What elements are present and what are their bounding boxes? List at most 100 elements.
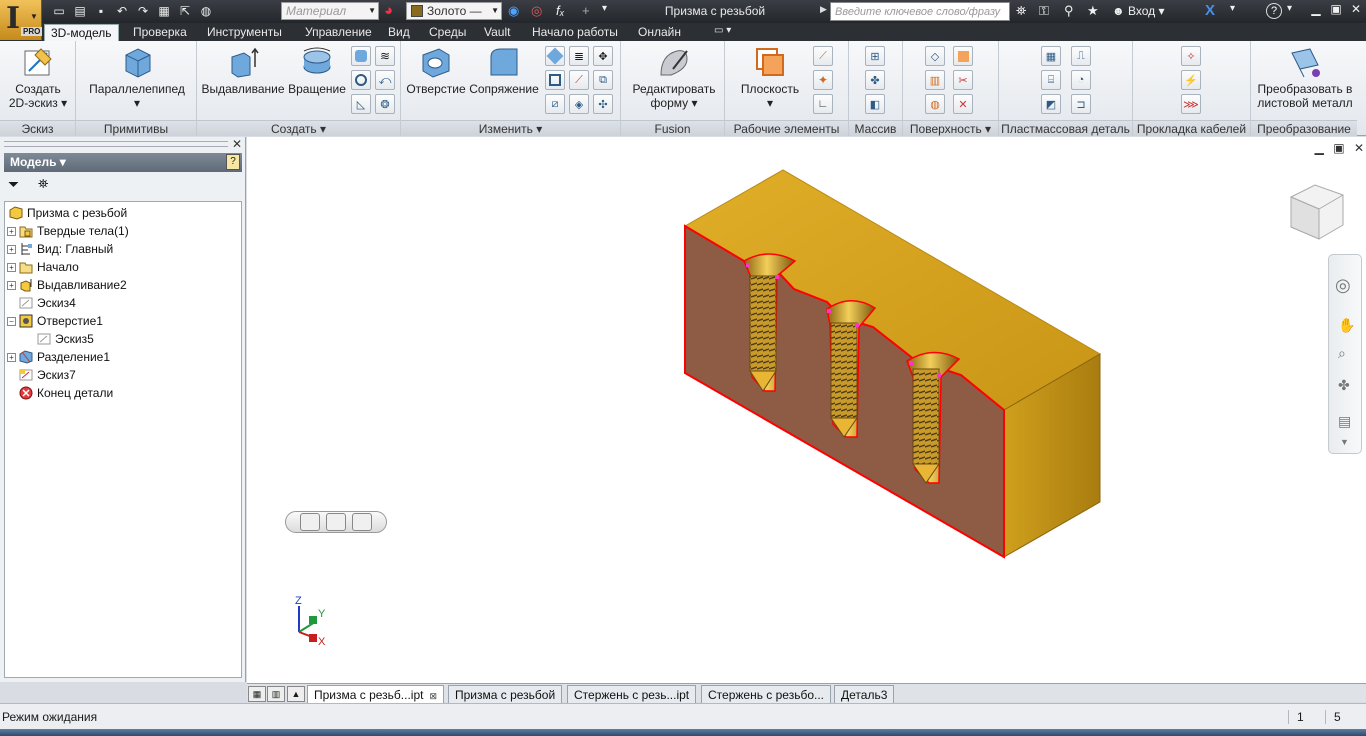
tree-node-sketch4[interactable]: Эскиз4 [19, 294, 76, 312]
create-2d-sketch-button[interactable]: Создать 2D-эскиз ▾ [6, 45, 70, 110]
new-file-icon[interactable]: ▭ [50, 2, 68, 20]
convert-to-sheet-metal-button[interactable]: Преобразовать в листовой металл [1253, 45, 1357, 110]
sculpt-button[interactable]: ◍ [925, 94, 945, 114]
search-expand-icon[interactable]: ▶ [820, 4, 827, 15]
tree-node-sketch7[interactable]: Эскиз7 [19, 366, 76, 384]
close-window-button[interactable]: ✕ [1346, 2, 1366, 20]
shell-button[interactable] [545, 70, 565, 90]
favorites-star-icon[interactable]: ★ [1087, 3, 1099, 19]
application-menu-button[interactable]: I ▼ PRO [0, 0, 43, 40]
tree-node-root[interactable]: Призма с резьбой [9, 204, 127, 222]
circular-pattern-button[interactable]: ✤ [865, 70, 885, 90]
direct-edit-button[interactable]: ✣ [593, 94, 613, 114]
save-icon[interactable]: ▪ [92, 2, 110, 20]
trim-button[interactable]: ✂ [953, 70, 973, 90]
point-button[interactable]: ✦ [813, 70, 833, 90]
axis-button[interactable]: ⟋ [813, 46, 833, 66]
boss-button[interactable]: ⌸ [1041, 70, 1061, 90]
close-icon[interactable]: ⊠ [429, 691, 437, 701]
chevron-down-icon[interactable]: ▼ [1340, 437, 1349, 447]
tab-view[interactable]: Вид [382, 24, 416, 41]
delete-face-button[interactable]: ✕ [953, 94, 973, 114]
close-icon[interactable]: ✕ [232, 137, 242, 151]
edit-form-button[interactable]: Редактировать форму ▾ [625, 45, 723, 110]
panel-grip[interactable] [4, 141, 228, 147]
signin-button[interactable]: ☻ Вход ▾ [1112, 4, 1164, 18]
plus-icon[interactable]: + [582, 3, 590, 18]
communication-center-icon[interactable]: ⚲ [1064, 3, 1074, 19]
steering-wheel-icon[interactable]: ◎ [1335, 275, 1351, 296]
rectangular-pattern-button[interactable]: ⊞ [865, 46, 885, 66]
chevron-down-icon[interactable]: ▾ [1230, 3, 1235, 14]
adjust-icon[interactable]: ◉ [508, 3, 519, 19]
help-icon[interactable]: ? [226, 154, 240, 170]
tree-node-end-of-part[interactable]: Конец детали [19, 384, 113, 402]
cable-button[interactable]: ⋙ [1181, 94, 1201, 114]
viewcube[interactable] [1287, 177, 1347, 245]
expand-icon[interactable]: + [7, 226, 16, 236]
tab-environments[interactable]: Среды [423, 24, 472, 41]
edit-feature-button[interactable] [326, 513, 346, 531]
extrude-button[interactable]: Выдавливание [201, 45, 285, 96]
part-model-render[interactable] [247, 137, 1366, 683]
color-wheel-icon[interactable]: ◕ [384, 2, 393, 19]
rib-button[interactable]: ⤺ [375, 70, 395, 90]
emboss-button[interactable]: ◺ [351, 94, 371, 114]
fillet-button[interactable]: Сопряжение [467, 45, 541, 96]
restore-window-button[interactable]: ▣ [1326, 2, 1346, 20]
tree-node-sketch5[interactable]: Эскиз5 [37, 330, 94, 348]
pan-icon[interactable]: ✋ [1338, 317, 1355, 334]
ribbon-minimize-icon[interactable]: ▭ ▾ [708, 24, 737, 41]
print-icon[interactable]: ▦ [155, 2, 173, 20]
minimize-window-button[interactable]: ▁ [1306, 2, 1326, 20]
doc-tab-4[interactable]: Стержень с резьбо... [701, 685, 832, 703]
tab-manage[interactable]: Управление [299, 24, 378, 41]
replace-face-button[interactable]: ◈ [569, 94, 589, 114]
boundary-patch-button[interactable] [953, 46, 973, 66]
color-combo[interactable]: Золото — ▼ [406, 2, 502, 20]
expand-icon[interactable]: + [7, 244, 16, 254]
doc-tab-3[interactable]: Стержень с резь...ipt [567, 685, 697, 703]
coil-button[interactable]: ≋ [375, 46, 395, 66]
box-primitive-button[interactable]: Параллелепипед ▾ [84, 45, 190, 110]
doc-tab-5[interactable]: Деталь3 [834, 685, 895, 703]
ucs-button[interactable]: ∟ [813, 94, 833, 114]
tab-vault[interactable]: Vault [478, 24, 516, 41]
wire-button[interactable]: ⚡ [1181, 70, 1201, 90]
combine-button[interactable]: ⧉ [593, 70, 613, 90]
orbit-icon[interactable]: ✤ [1338, 377, 1350, 394]
split-button[interactable]: ⟋ [569, 70, 589, 90]
appearance-icon[interactable]: ◍ [197, 2, 215, 20]
search-input[interactable]: Введите ключевое слово/фразу [830, 2, 1010, 21]
doc-tab-2[interactable]: Призма с резьбой [448, 685, 563, 703]
tab-tools[interactable]: Инструменты [201, 24, 288, 41]
browser-header-dropdown[interactable]: Модель ▾ [4, 153, 242, 172]
draft-button[interactable]: ⧄ [545, 94, 565, 114]
exchange-apps-icon[interactable]: X [1205, 2, 1215, 19]
tree-node-hole1[interactable]: − Отверстие1 [7, 312, 103, 330]
graphics-viewport[interactable]: ▁ ▣ ✕ ◎ ✋ ⌕ ✤ ▤ ▼ Z Y X [247, 137, 1366, 683]
chevron-down-icon[interactable]: ▾ [1287, 3, 1292, 14]
thread-button[interactable]: ≣ [569, 46, 589, 66]
tile-windows-button[interactable]: ▦ [248, 686, 266, 702]
document-list-button[interactable]: ▲ [287, 686, 305, 702]
loft-button[interactable] [351, 46, 371, 66]
filter-icon[interactable]: ⏷ [8, 176, 19, 193]
lip-button[interactable]: ⊐ [1071, 94, 1091, 114]
stitch-button[interactable]: ▥ [925, 70, 945, 90]
collapse-icon[interactable]: − [7, 316, 16, 326]
hole-button[interactable]: Отверстие [405, 45, 467, 96]
return-icon[interactable]: ⇱ [176, 2, 194, 20]
binoculars-icon[interactable]: ⛯ [1016, 3, 1026, 19]
redo-icon[interactable]: ↷ [134, 2, 152, 20]
derive-button[interactable]: ❂ [375, 94, 395, 114]
edit-sketch-button[interactable] [300, 513, 320, 531]
doc-tab-1[interactable]: Призма с резьб...ipt ⊠ [307, 685, 445, 703]
tree-node-extrusion2[interactable]: + Выдавливание2 [7, 276, 127, 294]
expand-icon[interactable]: + [7, 280, 16, 290]
grill-button[interactable]: ▦ [1041, 46, 1061, 66]
thicken-button[interactable]: ◇ [925, 46, 945, 66]
help-icon[interactable]: ? [1266, 3, 1282, 19]
undo-icon[interactable]: ↶ [113, 2, 131, 20]
expand-icon[interactable]: + [7, 352, 16, 362]
